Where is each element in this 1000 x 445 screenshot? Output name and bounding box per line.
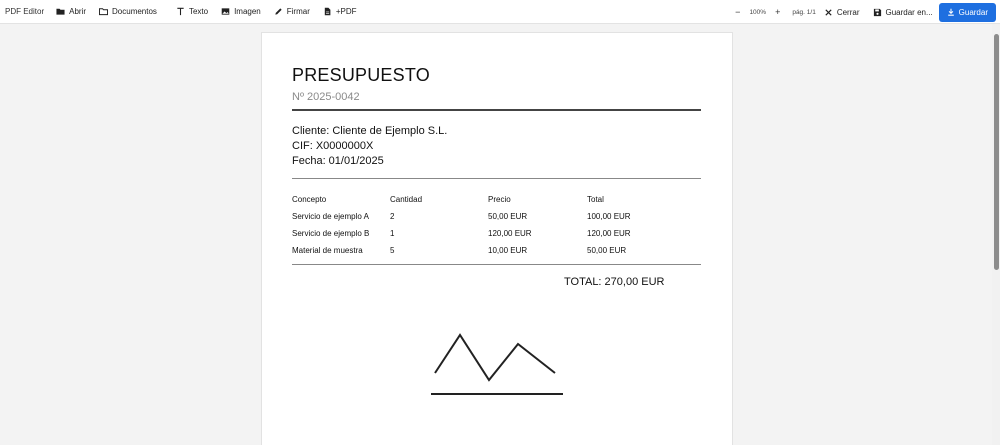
sign-tool-button[interactable]: Firmar <box>274 7 310 16</box>
column-header-total: Total <box>587 195 604 204</box>
save-button[interactable]: Guardar <box>938 2 996 22</box>
zoom-in-button[interactable]: + <box>771 7 784 17</box>
table-divider <box>292 264 701 265</box>
pdf-page[interactable]: PRESUPUESTO Nº 2025-0042 Cliente: Client… <box>261 32 733 445</box>
vertical-scrollbar[interactable] <box>992 24 1000 445</box>
file-icon <box>323 7 332 16</box>
cell-price: 50,00 EUR <box>488 212 528 221</box>
save-as-button-label: Guardar en... <box>885 7 933 17</box>
cell-concept: Servicio de ejemplo B <box>292 229 370 238</box>
zoom-level: 100% <box>749 8 767 16</box>
cell-total: 100,00 EUR <box>587 212 631 221</box>
image-tool-button[interactable]: Imagen <box>221 7 261 16</box>
cell-concept: Servicio de ejemplo A <box>292 212 369 221</box>
items-table: Concepto Cantidad Precio Total Servicio … <box>292 191 701 259</box>
table-row: Servicio de ejemplo A 2 50,00 EUR 100,00… <box>292 208 701 225</box>
sign-tool-label: Firmar <box>286 7 310 16</box>
cell-concept: Material de muestra <box>292 246 363 255</box>
add-pdf-button[interactable]: +PDF <box>323 7 357 16</box>
document-date: Fecha: 01/01/2025 <box>292 155 384 167</box>
top-toolbar: PDF Editor Abrir Documentos Texto Imagen… <box>0 0 1000 24</box>
add-pdf-label: +PDF <box>335 7 357 16</box>
folder-open-icon <box>56 7 65 16</box>
cell-quantity: 5 <box>390 246 395 255</box>
signature-drawing[interactable] <box>428 327 568 397</box>
download-icon <box>947 8 955 16</box>
cell-quantity: 2 <box>390 212 395 221</box>
image-tool-label: Imagen <box>234 7 261 16</box>
page-indicator: pág. 1/1 <box>792 8 816 16</box>
save-button-label: Guardar <box>958 7 988 17</box>
column-header-price: Precio <box>488 195 511 204</box>
save-as-button[interactable]: Guardar en... <box>873 8 933 17</box>
cell-quantity: 1 <box>390 229 395 238</box>
floppy-icon <box>873 8 882 17</box>
column-header-quantity: Cantidad <box>390 195 423 204</box>
app-title: PDF Editor <box>5 7 45 16</box>
open-button-label: Abrir <box>69 7 87 16</box>
scrollbar-thumb[interactable] <box>994 34 999 270</box>
client-name: Cliente: Cliente de Ejemplo S.L. <box>292 125 448 137</box>
folder-icon <box>99 7 109 16</box>
image-icon <box>221 7 230 16</box>
close-icon <box>824 8 833 17</box>
text-tool-button[interactable]: Texto <box>176 7 208 16</box>
total-amount: TOTAL: 270,00 EUR <box>564 276 665 288</box>
title-divider <box>292 109 701 111</box>
client-divider <box>292 178 701 179</box>
cell-price: 120,00 EUR <box>488 229 532 238</box>
text-tool-label: Texto <box>188 7 209 16</box>
close-button-label: Cerrar <box>836 7 860 17</box>
documents-button-label: Documentos <box>112 7 157 16</box>
document-number: Nº 2025-0042 <box>292 91 360 103</box>
open-button[interactable]: Abrir <box>56 7 86 16</box>
document-title: PRESUPUESTO <box>292 65 430 85</box>
cell-total: 120,00 EUR <box>587 229 631 238</box>
documents-button[interactable]: Documentos <box>99 7 157 16</box>
column-header-concept: Concepto <box>292 195 327 204</box>
cell-total: 50,00 EUR <box>587 246 627 255</box>
toolbar-right-group: − 100% + pág. 1/1 Cerrar Guardar en... G… <box>731 0 996 24</box>
close-button[interactable]: Cerrar <box>824 8 860 17</box>
table-header-row: Concepto Cantidad Precio Total <box>292 191 701 208</box>
cell-price: 10,00 EUR <box>488 246 528 255</box>
table-row: Servicio de ejemplo B 1 120,00 EUR 120,0… <box>292 225 701 242</box>
pen-icon <box>274 7 283 16</box>
text-icon <box>176 7 185 16</box>
client-cif: CIF: X0000000X <box>292 140 374 152</box>
zoom-out-button[interactable]: − <box>731 7 744 17</box>
table-row: Material de muestra 5 10,00 EUR 50,00 EU… <box>292 242 701 259</box>
